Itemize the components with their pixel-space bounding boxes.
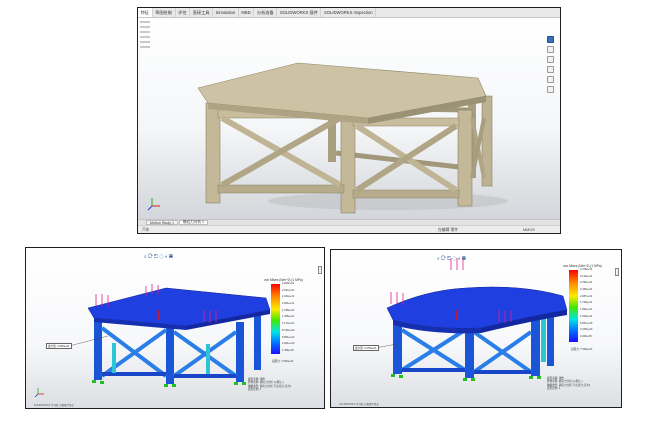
appearances-icon[interactable]	[547, 76, 554, 83]
tab-direct-edit[interactable]: 直接工具	[190, 8, 214, 17]
legend-tick-labels: 2.930e+01 2.637e+01 2.344e+01 2.051e+01 1.…	[282, 282, 295, 352]
yield-strength-label: 屈服力: 7.500e+01	[571, 348, 593, 351]
tab-simulation[interactable]: Simulation	[213, 8, 239, 17]
tab-analysis-prep[interactable]: 分析准备	[254, 8, 278, 17]
tab-inspection[interactable]: SOLIDWORKS Inspection	[321, 8, 377, 17]
stress-color-legend	[271, 284, 280, 354]
status-bar: 汽车 在编辑 零件 MMGS	[138, 225, 560, 233]
feature-tree-collapsed[interactable]	[138, 18, 150, 144]
steel-table-model	[147, 62, 508, 214]
result-graphics-area[interactable]: ⌕⟳◰◇◐▦	[26, 248, 324, 408]
status-edit-mode: 在编辑 零件	[438, 227, 459, 232]
max-value-probe[interactable]: 最大值: 3.478e+01	[353, 345, 379, 351]
stress-result-window-1: ⌕⟳◰◇◐▦ von Mises (N/m^2) (1 MPa) 2.930e+…	[25, 247, 325, 409]
stress-result-window-2: ⌕⟳◰◇◐▦ von Mises (N/m^2) (1 MPa) 3.478e+…	[330, 249, 622, 408]
solidworks-main-window: 特征 草图绘制 评估 直接工具 Simulation MBD 分析准备 SOLI…	[137, 7, 561, 234]
task-pane-tabs	[547, 36, 555, 96]
plot-info: 模型名称: 钢台 算例名称: 静应力分析 2(-默认-) 图解类型: 静应力分析…	[547, 377, 591, 390]
tab-sketch[interactable]: 草图绘制	[153, 8, 176, 17]
footer-note: SOLIDWORKS 学习版: 仅限教学用途	[339, 403, 379, 406]
tab-mbd[interactable]: MBD	[239, 8, 255, 17]
file-explorer-icon[interactable]	[547, 56, 554, 63]
design-library-icon[interactable]	[547, 46, 554, 53]
tab-addins[interactable]: SOLIDWORKS 插件	[277, 8, 322, 17]
plot-info: 模型名称: 钢台 算例名称: 静应力分析 1(-默认-) 图解类型: 静应力分析…	[248, 378, 292, 391]
resources-icon[interactable]	[547, 36, 554, 43]
yield-strength-label: 屈服力: 7.500e+01	[272, 360, 294, 363]
max-value-probe[interactable]: 最大值: 2.930e+01	[46, 343, 72, 349]
footer-note: SOLIDWORKS 学习版: 仅限教学用途	[34, 404, 74, 407]
status-units[interactable]: MMGS	[523, 228, 535, 232]
coordinate-triad-icon	[147, 198, 160, 211]
tab-evaluate[interactable]: 评估	[176, 8, 191, 17]
result-graphics-area[interactable]: ⌕⟳◰◇◐▦	[331, 250, 621, 407]
custom-properties-icon[interactable]	[547, 86, 554, 93]
status-left: 汽车	[142, 227, 150, 232]
coordinate-triad-icon	[34, 388, 44, 398]
command-manager-tabs: 特征 草图绘制 评估 直接工具 Simulation MBD 分析准备 SOLI…	[138, 8, 560, 18]
tab-features[interactable]: 特征	[138, 8, 153, 17]
view-palette-icon[interactable]	[547, 66, 554, 73]
stress-color-legend	[569, 270, 578, 342]
legend-tick-labels: 3.478e+01 3.130e+01 2.782e+01 2.435e+01 2.…	[580, 268, 593, 338]
graphics-area[interactable]	[138, 18, 560, 219]
